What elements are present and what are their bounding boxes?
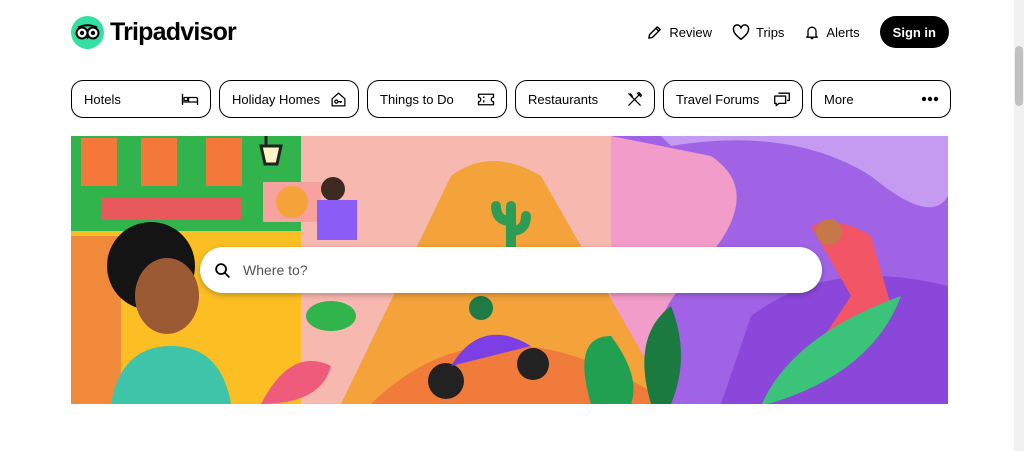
- tripadvisor-logo[interactable]: Tripadvisor: [71, 15, 237, 49]
- scrollbar-thumb[interactable]: [1015, 46, 1023, 106]
- owl-logo-icon: [71, 15, 104, 49]
- search-input[interactable]: [241, 261, 805, 279]
- category-hotels-button[interactable]: Hotels: [71, 80, 211, 118]
- category-more-button[interactable]: More: [811, 80, 951, 118]
- brand-name: Tripadvisor: [110, 17, 237, 46]
- page-scrollbar[interactable]: [1014, 0, 1024, 451]
- category-things-to-do-button[interactable]: Things to Do: [367, 80, 507, 118]
- category-label: Holiday Homes: [232, 91, 321, 107]
- ticket-icon: [477, 93, 495, 105]
- sign-in-button[interactable]: Sign in: [879, 16, 949, 48]
- search-icon: [215, 262, 230, 278]
- hero-banner: [71, 136, 948, 404]
- category-label: More: [824, 91, 854, 107]
- fork-knife-icon: [628, 91, 643, 106]
- category-label: Travel Forums: [676, 91, 760, 107]
- category-label: Things to Do: [380, 91, 454, 107]
- heart-icon: [732, 23, 750, 40]
- category-restaurants-button[interactable]: Restaurants: [515, 80, 655, 118]
- category-travel-forums-button[interactable]: Travel Forums: [663, 80, 803, 118]
- alerts-link[interactable]: Alerts: [804, 24, 860, 41]
- chat-bubbles-icon: [774, 92, 790, 107]
- review-link[interactable]: Review: [646, 24, 712, 41]
- pencil-icon: [648, 25, 662, 39]
- category-label: Hotels: [84, 91, 121, 107]
- bed-icon: [181, 93, 199, 105]
- category-nav: Hotels Holiday Homes Things to Do Restau…: [71, 80, 951, 118]
- trips-label: Trips: [756, 24, 785, 40]
- bell-icon: [806, 26, 819, 39]
- trips-link[interactable]: Trips: [732, 23, 785, 41]
- header-nav: Review Trips Alerts Sign in: [646, 16, 949, 48]
- category-label: Restaurants: [528, 91, 599, 107]
- house-key-icon: [331, 91, 346, 107]
- review-label: Review: [669, 24, 713, 40]
- search-bar[interactable]: [200, 247, 822, 293]
- alerts-label: Alerts: [826, 24, 860, 40]
- category-holiday-homes-button[interactable]: Holiday Homes: [219, 80, 359, 118]
- ellipsis-icon: [921, 96, 939, 102]
